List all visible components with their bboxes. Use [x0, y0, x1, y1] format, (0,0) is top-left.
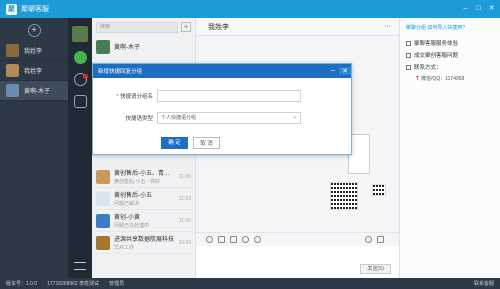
avatar	[96, 169, 110, 184]
account-sidebar: 聚 聚聊客服 + 我姓李 我姓李 黄啊-木子	[0, 0, 68, 278]
ok-button[interactable]: 确 定	[161, 137, 188, 149]
image-icon[interactable]	[230, 236, 237, 243]
info-item[interactable]: 聚聊客服服务体验	[406, 39, 494, 47]
account-label: 我姓李	[24, 69, 43, 75]
window-controls: – □ ✕	[457, 4, 496, 13]
contact-support-link[interactable]: 联系客服	[474, 280, 494, 287]
avatar	[6, 64, 19, 77]
dialog-title: 新增快捷回复分组	[98, 69, 143, 75]
minimize-icon[interactable]: –	[327, 67, 339, 75]
scissors-icon[interactable]	[242, 236, 249, 243]
contact-info: T 微信/QQ：1174958	[406, 75, 494, 82]
close-icon[interactable]: ✕	[487, 4, 496, 13]
conv-preview: 问题已解决	[114, 201, 140, 207]
video-icon[interactable]	[377, 236, 384, 243]
plus-box-icon	[406, 52, 411, 58]
chat-title: 我姓李	[208, 23, 229, 31]
dialog-header: 新增快捷回复分组 – ✕	[93, 64, 351, 78]
avatar	[96, 39, 110, 54]
box-icon[interactable]	[73, 95, 87, 108]
account-item[interactable]: 我姓李	[0, 41, 68, 61]
contact-value: 微信/QQ：1174958	[421, 76, 465, 82]
unread-badge	[83, 74, 88, 79]
app-logo: 聚	[6, 3, 17, 15]
close-icon[interactable]: ✕	[339, 67, 351, 75]
info-item[interactable]: 成交聚创客服问题	[406, 51, 494, 59]
conv-time: 11:06	[178, 173, 191, 180]
conv-time: 11:00	[178, 217, 191, 224]
type-label: 快捷语类型	[125, 116, 153, 122]
app-brand: 聚 聚聊客服	[0, 0, 68, 18]
list-item[interactable]: 黄创-小黄 问题已在处理中 11:00	[92, 210, 195, 232]
conv-name: 黄啊-木子	[114, 45, 140, 51]
phone-icon[interactable]	[365, 236, 372, 243]
minus-box-icon	[406, 64, 411, 70]
list-item[interactable]: 黄啊-木子	[92, 36, 195, 58]
message-input[interactable]: 发送(S)	[196, 246, 399, 278]
conv-name: 进源共享数据航展科技	[114, 237, 175, 243]
group-name-input[interactable]	[157, 90, 301, 102]
avatar[interactable]	[72, 26, 88, 42]
conv-preview: 黄创售后-小五 · 你好	[114, 179, 161, 185]
help-links[interactable]: 聚聊分组 如何导入快捷用?	[406, 24, 494, 31]
chat-toolbar	[196, 232, 399, 246]
account-item-active[interactable]: 黄啊-木子	[0, 81, 68, 101]
add-group-dialog: 新增快捷回复分组 – ✕ * 快捷语分组名 快捷语类型 个人快捷语分组 确 定 …	[92, 63, 352, 155]
maximize-icon[interactable]: □	[474, 4, 483, 13]
conv-preview: 早点工作	[114, 245, 135, 251]
avatar	[96, 213, 110, 228]
history-icon[interactable]	[254, 236, 261, 243]
contact-icon: T	[416, 76, 420, 82]
account-item[interactable]: 我姓李	[0, 61, 68, 81]
add-icon[interactable]: +	[181, 22, 191, 32]
role-text: 管理员	[109, 281, 125, 287]
avatar	[96, 191, 110, 206]
account-text: 17718268962 李姓测试	[47, 281, 100, 287]
conv-preview: 问题已在处理中	[114, 223, 150, 229]
menu-icon[interactable]	[74, 262, 86, 270]
account-label: 黄啊-木子	[24, 89, 50, 95]
name-label: 快捷语分组名	[119, 94, 153, 100]
search-input[interactable]: 搜索	[96, 21, 178, 33]
chat-icon[interactable]	[73, 51, 87, 64]
plus-box-icon	[406, 40, 411, 46]
send-button[interactable]: 发送(S)	[360, 264, 391, 274]
conv-name: 黄创售后-小五	[114, 193, 152, 199]
emoji-icon[interactable]	[206, 236, 213, 243]
info-item-label: 联系方式：	[414, 65, 442, 71]
info-panel: 聚聊分组 如何导入快捷用? 聚聊客服服务体验 成交聚创客服问题 联系方式： T微…	[399, 18, 500, 278]
avatar	[6, 44, 19, 57]
add-account-button[interactable]: +	[27, 24, 41, 37]
status-bar: 版本号：1.0.0 17718268962 李姓测试 管理员 联系客服	[0, 278, 500, 289]
avatar	[6, 84, 19, 97]
info-item-label: 聚聊客服服务体验	[414, 41, 459, 47]
more-icon[interactable]: ···	[384, 23, 391, 30]
type-select[interactable]: 个人快捷语分组	[157, 112, 301, 124]
conv-time: 10:59	[178, 239, 191, 246]
type-row: 快捷语类型 个人快捷语分组	[93, 112, 301, 124]
chat-header: 我姓李 ···	[196, 18, 399, 36]
cancel-button[interactable]: 取 消	[193, 137, 220, 149]
icon-rail	[68, 18, 92, 278]
folder-icon[interactable]	[218, 236, 225, 243]
list-item[interactable]: 黄创售后-小五、青... 黄创售后-小五 · 你好 11:06	[92, 166, 195, 188]
account-label: 我姓李	[24, 49, 43, 55]
name-row: * 快捷语分组名	[93, 90, 301, 102]
qr-code-image	[330, 182, 358, 210]
search-bar: 搜索 +	[92, 18, 195, 36]
avatar	[96, 235, 110, 250]
conv-name: 黄创-小黄	[114, 215, 140, 221]
list-item[interactable]: 进源共享数据航展科技 早点工作 10:59	[92, 232, 195, 254]
top-bar: – □ ✕	[0, 0, 500, 18]
avatar	[372, 184, 386, 196]
conv-name: 黄创售后-小五、青...	[114, 171, 169, 177]
conv-time: 11:03	[178, 195, 191, 202]
info-item-label: 成交聚创客服问题	[414, 53, 459, 59]
app-title: 聚聊客服	[21, 6, 49, 13]
minimize-icon[interactable]: –	[461, 4, 470, 13]
info-item[interactable]: 联系方式：	[406, 63, 494, 71]
version-text: 版本号：1.0.0	[6, 281, 38, 287]
list-item[interactable]: 黄创售后-小五 问题已解决 11:03	[92, 188, 195, 210]
